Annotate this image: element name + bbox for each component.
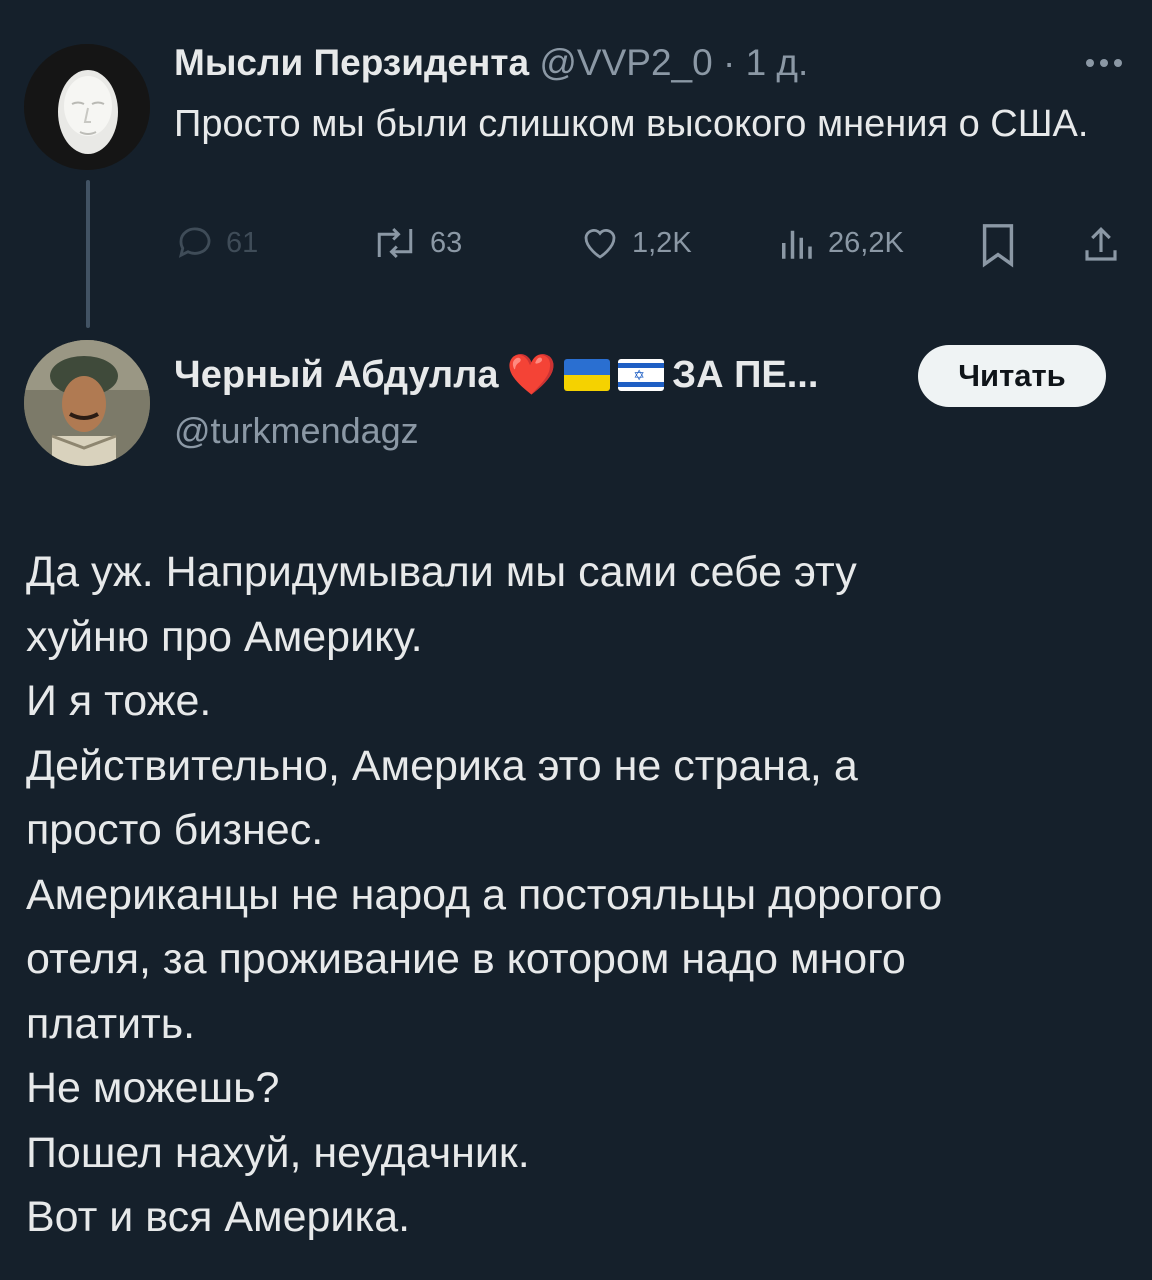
tweet-text-line: отеля, за проживание в котором надо мног… [26,935,906,983]
more-icon[interactable] [1086,56,1126,70]
bookmark-button[interactable] [978,222,1018,268]
share-button[interactable] [1080,222,1122,268]
author-name-suffix[interactable]: ЗА ПЕ... [672,350,818,400]
heart-emoji: ❤️ [506,353,557,397]
retweet-icon [377,227,413,259]
bookmark-icon [982,224,1014,268]
like-icon [584,229,616,259]
tweet-text-line: Не можешь? [26,1064,280,1112]
reply-button[interactable]: 61 [174,222,258,264]
views-icon [782,230,812,259]
views-button[interactable]: 26,2K [774,222,904,264]
thread-connector [86,180,90,328]
tweet-actions: 61 63 1,2K 26,2K [174,222,1134,272]
tweet-text-line: Вот и вся Америка. [26,1193,411,1241]
tweet-text-line: Пошел нахуй, неудачник. [26,1128,530,1177]
follow-button[interactable]: Читать [918,345,1106,407]
avatar-mask-image [24,44,150,170]
like-button[interactable]: 1,2K [578,222,692,264]
author-name[interactable]: Мысли Перзидента [174,42,529,83]
ukraine-flag [564,359,611,391]
reply-icon [178,227,211,258]
retweet-count: 63 [430,226,463,259]
avatar-man-photo [24,340,150,466]
share-icon [1085,227,1117,261]
retweet-button[interactable]: 63 [370,222,462,264]
tweet-text-line: Американцы не народ а постояльцы дорогог… [26,870,943,919]
separator-dot: · [722,42,736,83]
tweet-header: Мысли Перзидента @VVP2_0 · 1 д. [174,40,1074,86]
author-handle[interactable]: @VVP2_0 [539,42,712,83]
tweet-text-line: Да уж. Напридумывали мы сами себе эту [26,548,857,596]
tweet-text-line: просто бизнес. [26,806,324,854]
like-count: 1,2K [632,226,692,259]
tweet-text-line: Действительно, Америка это не страна, а [26,741,858,790]
tweet-text-line: хуйню про Америку. [26,612,423,661]
tweet-text-line: платить. [26,999,196,1048]
author-name[interactable]: Черный Абдулла [174,350,498,400]
views-count: 26,2K [828,226,904,259]
tweet-header: Черный Абдулла ❤️ ✡ ЗА ПЕ... [174,350,818,400]
timestamp[interactable]: 1 д. [746,42,809,83]
avatar[interactable] [24,340,150,466]
israel-flag: ✡ [618,359,665,391]
tweet-text: Да уж. Напридумывали мы сами себе эту ху… [26,540,1126,1250]
tweet-text: Просто мы были слишком высокого мнения о… [174,103,1089,145]
author-handle[interactable]: @turkmendagz [174,410,419,452]
reply-count: 61 [226,226,259,259]
avatar[interactable] [24,44,150,170]
tweet-text-line: И я тоже. [26,677,212,725]
